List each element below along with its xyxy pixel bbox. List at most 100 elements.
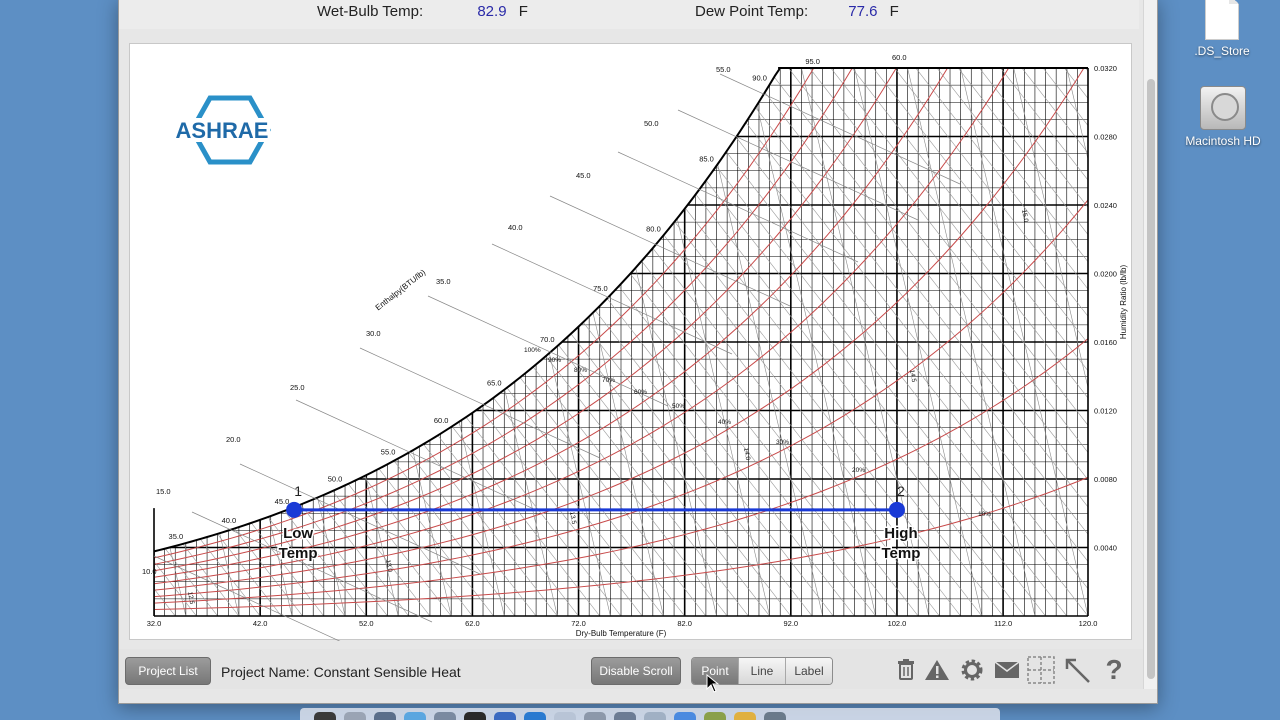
saturation-temp-label: 95.0 (805, 57, 820, 66)
enthalpy-label: 10.0 (142, 567, 157, 576)
trash-icon[interactable] (891, 655, 921, 685)
y-tick-label: 0.0080 (1094, 475, 1117, 484)
dock-app-icon[interactable] (584, 712, 606, 720)
mode-line-button[interactable]: Line (739, 658, 786, 684)
enthalpy-line (154, 68, 155, 616)
dock-app-icon[interactable] (494, 712, 516, 720)
saturation-temp-label: 45.0 (275, 497, 290, 506)
x-tick-label: 62.0 (465, 619, 480, 628)
volume-line (1120, 68, 1133, 616)
y-tick-label: 0.0280 (1094, 133, 1117, 142)
arrow-icon[interactable] (1062, 655, 1092, 685)
mode-label-button[interactable]: Label (786, 658, 832, 684)
rh-label: 80% (574, 367, 587, 374)
dew-point-unit: F (889, 3, 899, 20)
dew-point-label: Dew Point Temp: (695, 3, 809, 20)
grid-icon[interactable] (1026, 655, 1056, 685)
x-tick-label: 120.0 (1079, 619, 1098, 628)
volume-label: 14.0 (742, 447, 751, 461)
x-tick-label: 72.0 (571, 619, 586, 628)
rh-label: 20% (852, 467, 865, 474)
y-tick-label: 0.0120 (1094, 407, 1117, 416)
rh-label: 30% (776, 439, 789, 446)
saturation-temp-label: 65.0 (487, 379, 502, 388)
mouse-cursor-icon (706, 674, 720, 693)
dock-app-icon[interactable] (464, 712, 486, 720)
dock-app-icon[interactable] (764, 712, 786, 720)
volume-line (130, 68, 133, 616)
psychrometric-chart[interactable]: ASHRAE 32.0 42.0 52.0 62.0 72.0 82.0 92.0 102.0 1… (130, 44, 1133, 641)
x-tick-label: 102.0 (888, 619, 907, 628)
y-tick-label: 0.0040 (1094, 544, 1117, 553)
psychrometric-chart-panel[interactable]: ASHRAE 32.0 42.0 52.0 62.0 72.0 82.0 92.0 102.0 1… (129, 43, 1133, 641)
enthalpy-scale-line (295, 399, 537, 511)
help-icon[interactable]: ? (1099, 654, 1129, 685)
project-name-label: Project Name: Constant Sensible Heat (221, 664, 461, 680)
enthalpy-line (130, 44, 133, 616)
enthalpy-label: 40.0 (508, 223, 523, 232)
dock-app-icon[interactable] (734, 712, 756, 720)
document-icon (1205, 0, 1239, 40)
enthalpy-label: 20.0 (226, 435, 241, 444)
enthalpy-scale-line (719, 73, 961, 185)
app-window: Wet-Bulb Temp: 82.9 F Dew Point Temp: 77… (118, 0, 1158, 704)
y-axis-label: Humidity Ratio (lb/lb) (1119, 265, 1128, 340)
dock-app-icon[interactable] (314, 712, 336, 720)
wet-bulb-unit: F (518, 3, 528, 20)
enthalpy-scale-line (239, 463, 481, 575)
window-scrollbar[interactable] (1143, 0, 1157, 689)
disable-scroll-button[interactable]: Disable Scroll (591, 657, 681, 685)
enthalpy-scale-line (359, 347, 601, 459)
saturation-temp-label: 80.0 (646, 224, 661, 233)
desktop-icon-ds-store[interactable]: .DS_Store (1188, 0, 1256, 58)
wet-bulb-label: Wet-Bulb Temp: (317, 3, 424, 20)
enthalpy-line (154, 68, 176, 616)
enthalpy-line (1130, 44, 1133, 616)
enthalpy-label: 60.0 (892, 53, 907, 62)
gear-icon[interactable] (957, 655, 987, 685)
dock-app-icon[interactable] (554, 712, 576, 720)
x-tick-label: 52.0 (359, 619, 374, 628)
desktop-icon-macintosh-hd[interactable]: Macintosh HD (1176, 86, 1270, 148)
enthalpy-label: 35.0 (436, 277, 451, 286)
dock-app-icon[interactable] (674, 712, 696, 720)
dock-app-icon[interactable] (614, 712, 636, 720)
scrollbar-thumb[interactable] (1147, 79, 1155, 679)
rh-label: 10% (978, 511, 991, 518)
dock-app-icon[interactable] (344, 712, 366, 720)
saturation-temp-label: 90.0 (752, 74, 767, 83)
x-tick-label: 32.0 (147, 619, 162, 628)
dock-app-icon[interactable] (644, 712, 666, 720)
state-point-marker (888, 501, 905, 518)
dock-app-icon[interactable] (524, 712, 546, 720)
hard-drive-icon (1200, 86, 1246, 130)
x-axis-label: Dry-Bulb Temperature (F) (576, 629, 667, 638)
readout-bar: Wet-Bulb Temp: 82.9 F Dew Point Temp: 77… (119, 0, 1139, 29)
enthalpy-label: 15.0 (156, 487, 171, 496)
enthalpy-scale-line (427, 295, 669, 407)
rh-label: 40% (718, 419, 731, 426)
dock-app-icon[interactable] (704, 712, 726, 720)
dock (300, 708, 1000, 720)
state-point-number: 2 (897, 483, 905, 499)
dock-app-icon[interactable] (404, 712, 426, 720)
enthalpy-scale-line (677, 109, 919, 221)
warning-icon[interactable] (922, 655, 952, 685)
y-tick-label: 0.0160 (1094, 338, 1117, 347)
rh-label: 90% (548, 357, 561, 364)
wet-bulb-readout: Wet-Bulb Temp: 82.9 F (317, 3, 528, 20)
x-tick-label: 92.0 (784, 619, 799, 628)
state-point-number: 1 (294, 483, 302, 499)
mail-icon[interactable] (992, 655, 1022, 685)
dock-app-icon[interactable] (374, 712, 396, 720)
saturation-temp-label: 40.0 (222, 516, 237, 525)
x-tick-label: 82.0 (677, 619, 692, 628)
rh-label: 70% (602, 377, 615, 384)
dock-app-icon[interactable] (434, 712, 456, 720)
rh-label: 100% (524, 347, 541, 354)
saturation-temp-label: 50.0 (328, 474, 343, 483)
dew-point-value: 77.6 (848, 3, 878, 20)
enthalpy-label: 55.0 (716, 65, 731, 74)
project-list-button[interactable]: Project List (125, 657, 211, 685)
state-point-label: Temp (279, 545, 318, 562)
